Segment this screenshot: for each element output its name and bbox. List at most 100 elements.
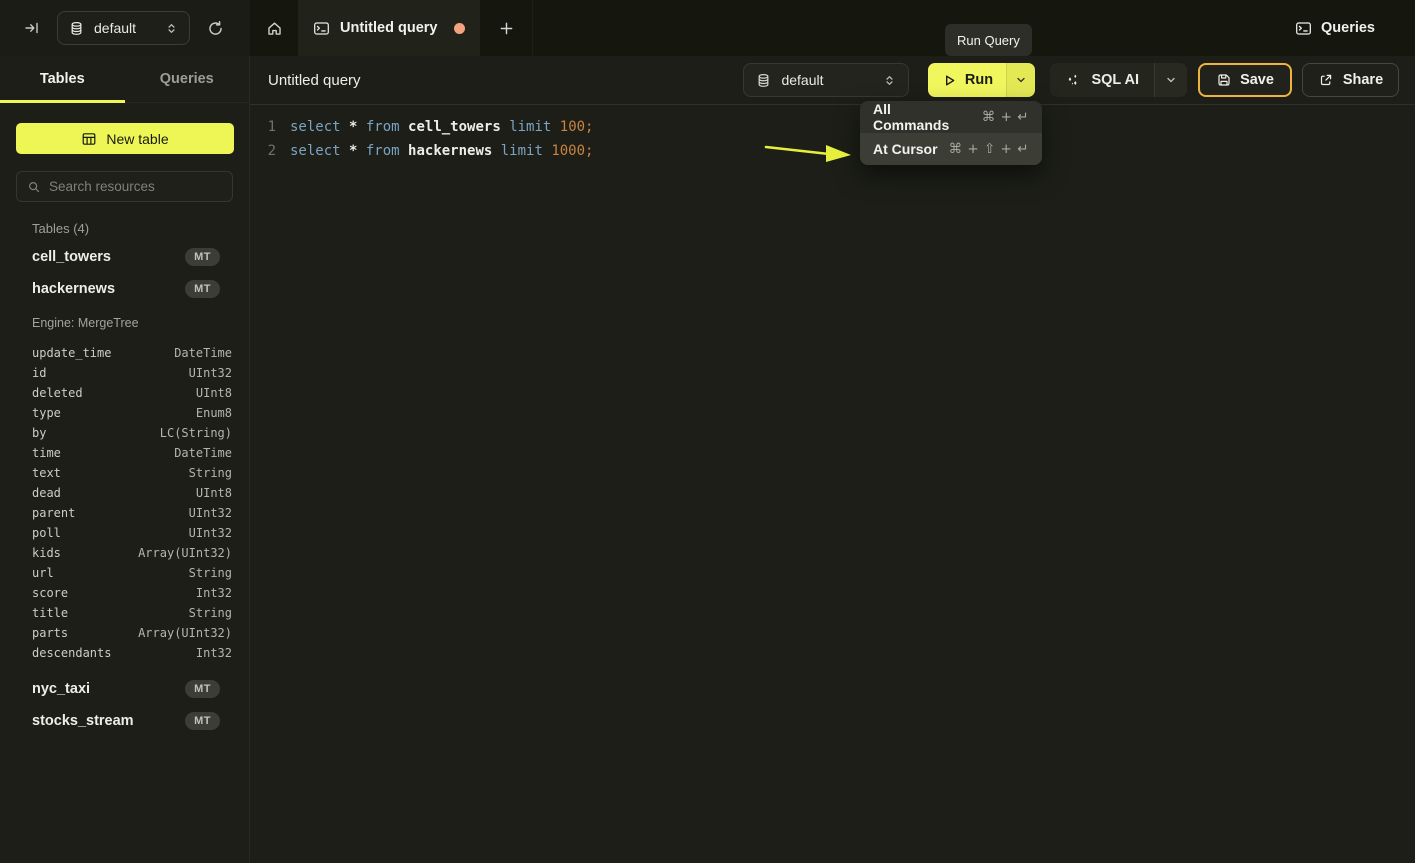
run-options-menu: All Commands ⌘ + ↵ At Cursor ⌘ + ⇧ + ↵ [860, 101, 1042, 165]
chevron-down-icon [1015, 74, 1027, 86]
terminal-icon [313, 20, 330, 37]
chevron-down-icon [1165, 74, 1177, 86]
line-number: 1 [267, 115, 276, 139]
column-type: UInt32 [189, 506, 232, 520]
column-row: update_timeDateTime [32, 343, 232, 363]
column-row: urlString [32, 563, 232, 583]
new-tab-button[interactable] [480, 0, 533, 56]
engine-badge: MT [185, 248, 220, 266]
database-icon [756, 73, 771, 88]
column-name: text [32, 466, 61, 480]
run-query-tooltip: Run Query [945, 24, 1032, 56]
column-row: parent UInt32 [32, 503, 232, 523]
column-name: parts [32, 626, 68, 640]
editor-line[interactable]: 2select * from hackernews limit 1000; [267, 139, 1415, 163]
column-name: deleted [32, 386, 83, 400]
engine-badge: MT [185, 680, 220, 698]
sidebar-tab-queries[interactable]: Queries [125, 56, 250, 102]
column-name: poll [32, 526, 61, 540]
column-row: titleString [32, 603, 232, 623]
main-panel: Untitled query default [250, 56, 1415, 863]
tables-section-label: Tables (4) [32, 221, 249, 236]
run-options-button[interactable] [1006, 63, 1035, 97]
column-row: score Int32 [32, 583, 232, 603]
engine-line: Engine: MergeTree [32, 316, 249, 334]
column-type: Int32 [196, 586, 232, 600]
home-tab[interactable] [250, 0, 298, 56]
search-icon [27, 180, 41, 194]
column-type: String [189, 606, 232, 620]
refresh-button[interactable] [207, 20, 224, 37]
share-icon [1318, 72, 1334, 88]
menu-item-label: All Commands [873, 101, 971, 133]
table-item-hackernews[interactable]: hackernews MT [32, 276, 220, 302]
topbar: default [0, 0, 1415, 56]
code-text: select * from hackernews limit 1000; [290, 139, 593, 163]
new-table-button[interactable]: New table [16, 123, 234, 154]
save-icon [1216, 72, 1232, 88]
plus-icon [499, 21, 514, 36]
chevron-updown-icon [165, 22, 178, 35]
column-name: by [32, 426, 46, 440]
menu-item-label: At Cursor [873, 141, 938, 157]
unsaved-dot [454, 23, 465, 34]
column-type: LC(String) [160, 426, 232, 440]
table-item-stocks-stream[interactable]: stocks_stream MT [32, 708, 220, 734]
column-type: Array(UInt32) [138, 546, 232, 560]
column-name: score [32, 586, 68, 600]
tab-strip: Untitled query Queries [250, 0, 1415, 56]
database-icon [69, 21, 84, 36]
sparkles-icon [1065, 72, 1081, 88]
queries-button[interactable]: Queries [1295, 0, 1375, 56]
sidebar-tab-queries-label: Queries [160, 71, 214, 87]
menu-item-shortcut: ⌘ + ⇧ + ↵ [949, 141, 1029, 157]
app-root: default [0, 0, 1415, 863]
column-row: timeDateTime [32, 443, 232, 463]
column-type: UInt32 [189, 366, 232, 380]
table-name: cell_towers [32, 249, 111, 265]
queries-icon [1295, 20, 1312, 37]
run-menu-item[interactable]: At Cursor ⌘ + ⇧ + ↵ [860, 133, 1042, 165]
workspace: Tables Queries New table [0, 56, 1415, 863]
run-button[interactable]: Run [928, 63, 1006, 97]
column-type: UInt8 [196, 486, 232, 500]
code-text: select * from cell_towers limit 100; [290, 115, 593, 139]
column-row: kidsArray(UInt32) [32, 543, 232, 563]
chevron-updown-icon [883, 74, 896, 87]
column-type: Int32 [196, 646, 232, 660]
editor-line[interactable]: 1 select * from cell_towers limit 100; [267, 115, 1415, 139]
sidebar-tab-tables[interactable]: Tables [0, 56, 125, 102]
new-table-label: New table [106, 131, 168, 147]
column-row: by LC(String) [32, 423, 232, 443]
toolbar-database-label: default [781, 72, 823, 88]
sql-editor[interactable]: 1 select * from cell_towers limit 100;2se… [250, 105, 1415, 163]
share-button[interactable]: Share [1302, 63, 1399, 97]
menu-item-shortcut: ⌘ + ↵ [982, 109, 1029, 125]
column-row: partsArray(UInt32) [32, 623, 232, 643]
run-button-group: Run [928, 63, 1035, 97]
collapse-sidebar-button[interactable] [24, 20, 40, 36]
sql-ai-button[interactable]: SQL AI [1050, 63, 1154, 97]
query-title: Untitled query [268, 72, 361, 89]
sql-ai-options-button[interactable] [1154, 63, 1187, 97]
hackernews-columns: update_timeDateTimeid UInt32 deleted UInt8 t… [0, 343, 249, 663]
column-type: Enum8 [196, 406, 232, 420]
table-name: hackernews [32, 281, 115, 297]
engine-badge: MT [185, 712, 220, 730]
column-row: deadUInt8 [32, 483, 232, 503]
tab-label: Untitled query [340, 20, 444, 36]
tab-untitled-query[interactable]: Untitled query [298, 0, 480, 56]
search-input[interactable] [49, 179, 219, 194]
column-name: parent [32, 506, 75, 520]
toolbar-database-selector[interactable]: default [743, 63, 909, 97]
topbar-database-selector[interactable]: default [57, 11, 190, 45]
save-button[interactable]: Save [1198, 63, 1292, 97]
toolbar-actions: default Run [743, 63, 1399, 97]
table-item-nyc-taxi[interactable]: nyc_taxi MT [32, 676, 220, 702]
table-item-cell-towers[interactable]: cell_towers MT [32, 244, 220, 270]
run-menu-item[interactable]: All Commands ⌘ + ↵ [860, 101, 1042, 133]
column-row: typeEnum8 [32, 403, 232, 423]
column-name: id [32, 366, 46, 380]
table-name: nyc_taxi [32, 681, 90, 697]
save-button-label: Save [1240, 72, 1274, 88]
